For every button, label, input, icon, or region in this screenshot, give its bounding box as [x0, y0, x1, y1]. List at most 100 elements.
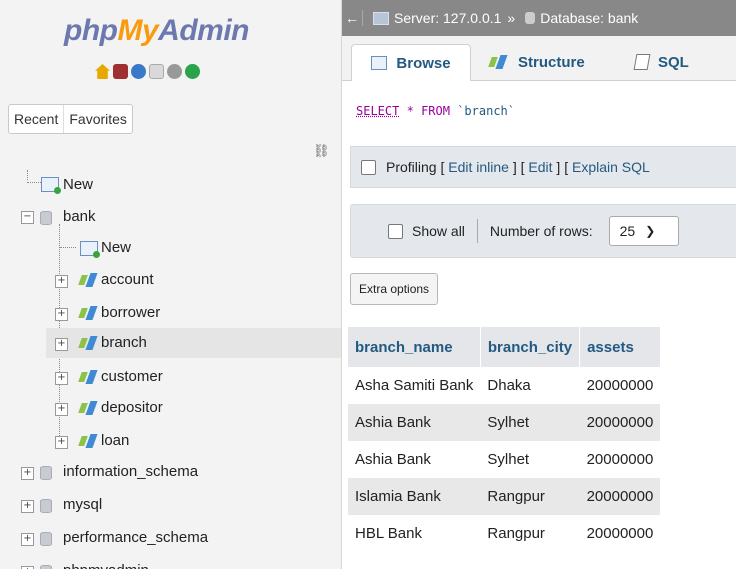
database-icon — [40, 499, 52, 513]
tree-item-information-schema[interactable]: + information_schema — [0, 457, 341, 487]
profiling-label: Profiling — [386, 159, 437, 175]
table-cell[interactable]: Rangpur — [480, 515, 580, 552]
logo-text-php: php — [64, 14, 118, 47]
tree-item-bank-new[interactable]: New — [0, 233, 341, 263]
quick-links — [95, 64, 200, 79]
expand-icon[interactable]: + — [55, 403, 68, 416]
table-cell[interactable]: 20000000 — [579, 404, 661, 441]
tab-browse[interactable]: Browse — [351, 44, 471, 81]
new-table-icon — [80, 241, 100, 258]
link-icon[interactable]: ⛓ — [313, 143, 330, 159]
chevron-down-icon: ❯ — [645, 224, 656, 238]
show-all-checkbox[interactable] — [388, 223, 403, 239]
docs-icon[interactable] — [149, 64, 164, 79]
database-icon — [40, 565, 52, 569]
tab-structure[interactable]: Structure — [488, 44, 585, 80]
recent-button[interactable]: Recent — [9, 105, 63, 133]
divider — [476, 219, 478, 243]
collapse-icon[interactable]: − — [21, 211, 34, 224]
database-icon — [40, 211, 52, 225]
table-cell[interactable]: Dhaka — [480, 367, 580, 404]
column-header[interactable]: branch_city — [480, 327, 581, 367]
tree-item-account[interactable]: + account — [0, 265, 341, 295]
structure-icon — [488, 55, 508, 69]
tree-item-label: information_schema — [63, 463, 199, 480]
reload-icon[interactable] — [185, 64, 200, 79]
expand-icon[interactable]: + — [21, 500, 34, 513]
table-cell[interactable]: 20000000 — [579, 478, 661, 515]
tree-item-label: customer — [101, 368, 163, 385]
tree-item-label: loan — [101, 432, 130, 449]
explain-sql-link[interactable]: Explain SQL — [572, 159, 650, 175]
tree-item-customer[interactable]: + customer — [0, 362, 341, 392]
rows-select-value: 25 — [619, 223, 636, 239]
expand-icon[interactable]: + — [55, 372, 68, 385]
profiling-checkbox[interactable] — [361, 159, 376, 175]
settings-icon[interactable] — [167, 64, 182, 79]
breadcrumb-database[interactable]: Database: bank — [540, 10, 638, 26]
sql-table-name: `branch` — [457, 104, 515, 118]
column-header[interactable]: assets — [579, 327, 661, 367]
expand-icon[interactable]: + — [55, 275, 68, 288]
table-cell[interactable]: Sylhet — [480, 441, 580, 478]
table-cell[interactable]: 20000000 — [579, 515, 661, 552]
table-cell[interactable]: Sylhet — [480, 404, 580, 441]
favorites-button[interactable]: Favorites — [63, 105, 132, 133]
tab-sql[interactable]: SQL — [633, 44, 689, 80]
tree-item-bank[interactable]: − bank — [0, 202, 341, 232]
table-row: Ashia Bank Sylhet 20000000 — [348, 441, 661, 478]
home-icon[interactable] — [95, 64, 110, 79]
rows-per-page-select[interactable]: 25 ❯ — [608, 216, 679, 246]
expand-icon[interactable]: + — [55, 436, 68, 449]
table-icon — [78, 273, 98, 287]
tree-item-borrower[interactable]: + borrower — [0, 298, 341, 328]
logout-icon[interactable] — [113, 64, 128, 79]
table-icon — [78, 370, 98, 384]
tab-label: SQL — [658, 53, 689, 71]
edit-inline-link[interactable]: Edit inline — [448, 159, 509, 175]
expand-icon[interactable]: + — [21, 467, 34, 480]
tree-item-label: performance_schema — [63, 529, 209, 546]
recent-favorites-tabs: Recent Favorites — [8, 104, 133, 134]
sql-query[interactable]: SELECT * FROM `branch` — [356, 104, 515, 118]
tree-item-label: phpmyadmin — [63, 562, 149, 569]
results-table: branch_name branch_city assets Asha Sami… — [348, 327, 661, 552]
tree-item-label: mysql — [63, 496, 103, 513]
table-cell[interactable]: Asha Samiti Bank — [348, 367, 481, 404]
table-cell[interactable]: HBL Bank — [348, 515, 481, 552]
table-cell[interactable]: Islamia Bank — [348, 478, 481, 515]
table-icon — [78, 401, 98, 415]
expand-icon[interactable]: + — [55, 338, 68, 351]
extra-options-button[interactable]: Extra options — [350, 273, 439, 305]
table-cell[interactable]: 20000000 — [579, 441, 661, 478]
tree-item-label: account — [101, 271, 154, 288]
tree-item-performance-schema[interactable]: + performance_schema — [0, 523, 341, 553]
table-cell[interactable]: Rangpur — [480, 478, 580, 515]
table-cell[interactable]: Ashia Bank — [348, 404, 481, 441]
tree-item-branch[interactable]: + branch — [46, 328, 341, 358]
table-row: Ashia Bank Sylhet 20000000 — [348, 404, 661, 441]
tree-item-mysql[interactable]: + mysql — [0, 490, 341, 520]
help-icon[interactable] — [131, 64, 146, 79]
column-header[interactable]: branch_name — [348, 327, 481, 367]
phpmyadmin-logo[interactable]: phpMyAdmin — [64, 14, 249, 48]
profiling-bar: Profiling [ Edit inline ] [ Edit ] [ Exp… — [350, 146, 736, 188]
tree-item-label: branch — [101, 334, 147, 351]
expand-icon[interactable]: + — [21, 533, 34, 546]
tree-item-label: New — [101, 239, 132, 256]
tree-item-label: borrower — [101, 304, 161, 321]
tree-item-phpmyadmin[interactable]: + phpmyadmin — [0, 556, 341, 569]
navigation-panel: phpMyAdmin Recent Favorites ⛓ New − bank — [0, 0, 342, 569]
tree-item-loan[interactable]: + loan — [0, 426, 341, 456]
table-cell[interactable]: 20000000 — [579, 367, 661, 404]
tab-label: Structure — [518, 53, 585, 71]
breadcrumb-server[interactable]: Server: 127.0.0.1 — [394, 10, 501, 26]
table-cell[interactable]: Ashia Bank — [348, 441, 481, 478]
expand-icon[interactable]: + — [55, 308, 68, 321]
tree-item-new[interactable]: New — [0, 170, 341, 200]
edit-link[interactable]: Edit — [528, 159, 552, 175]
tree-item-depositor[interactable]: + depositor — [0, 393, 341, 423]
collapse-panel-arrow-icon[interactable]: ← — [342, 10, 363, 26]
browse-icon — [371, 56, 388, 70]
show-all-label[interactable]: Show all — [412, 223, 465, 239]
